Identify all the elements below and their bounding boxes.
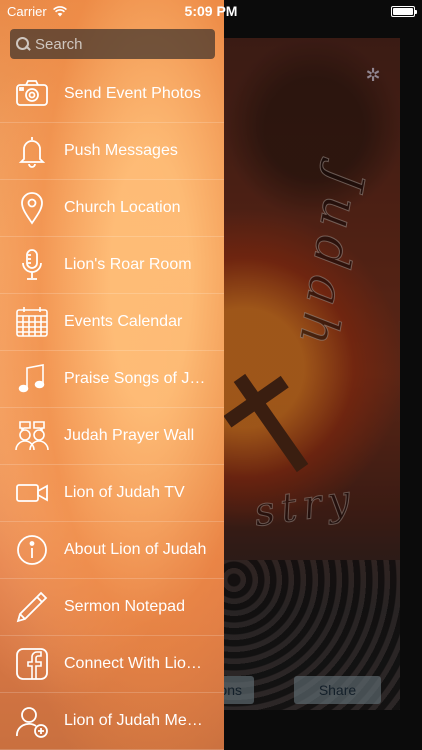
search-bar[interactable] [10, 29, 215, 59]
menu-item-church-location[interactable]: Church Location [0, 180, 224, 237]
menu-list: Send Event Photos Push Messages Church L… [0, 66, 224, 750]
menu-item-label: Church Location [64, 199, 181, 216]
facebook-icon [15, 647, 49, 681]
add-user-icon [15, 704, 49, 738]
menu-item-connect-facebook[interactable]: Connect With Lion of Judah [0, 636, 224, 693]
music-note-icon [15, 362, 49, 396]
menu-item-praise-songs[interactable]: Praise Songs of Judah [0, 351, 224, 408]
menu-item-label: Lion's Roar Room [64, 256, 192, 273]
wifi-icon [52, 5, 67, 16]
pencil-icon [15, 590, 49, 624]
menu-item-label: Events Calendar [64, 313, 183, 330]
menu-item-label: About Lion of Judah [64, 541, 207, 558]
menu-item-about[interactable]: About Lion of Judah [0, 522, 224, 579]
menu-item-judah-prayer-wall[interactable]: Judah Prayer Wall [0, 408, 224, 465]
battery-icon [391, 5, 417, 17]
bell-icon [15, 134, 49, 168]
menu-item-label: Push Messages [64, 142, 178, 159]
menu-overlay-shade[interactable] [224, 0, 422, 750]
battery-level [393, 7, 413, 15]
menu-item-label: Send Event Photos [64, 85, 201, 102]
menu-item-lions-roar-room[interactable]: Lion's Roar Room [0, 237, 224, 294]
menu-item-members[interactable]: Lion of Judah Members [0, 693, 224, 750]
menu-item-events-calendar[interactable]: Events Calendar [0, 294, 224, 351]
status-bar: Carrier 5:09 PM [0, 0, 422, 22]
microphone-icon [15, 248, 49, 282]
menu-item-push-messages[interactable]: Push Messages [0, 123, 224, 180]
search-icon [16, 37, 30, 51]
menu-item-sermon-notepad[interactable]: Sermon Notepad [0, 579, 224, 636]
menu-item-lion-of-judah-tv[interactable]: Lion of Judah TV [0, 465, 224, 522]
carrier-label: Carrier [7, 3, 47, 19]
menu-item-label: Lion of Judah Members [64, 712, 209, 729]
menu-item-label: Judah Prayer Wall [64, 427, 195, 444]
menu-item-label: Lion of Judah TV [64, 484, 185, 501]
menu-item-label: Sermon Notepad [64, 598, 185, 615]
video-camera-icon [15, 476, 49, 510]
menu-item-label: Connect With Lion of Judah [64, 655, 209, 672]
menu-item-send-event-photos[interactable]: Send Event Photos [0, 66, 224, 123]
map-pin-icon [15, 191, 49, 225]
camera-icon [15, 77, 49, 111]
side-menu: Send Event Photos Push Messages Church L… [0, 0, 224, 750]
info-icon [15, 533, 49, 567]
menu-item-label: Praise Songs of Judah [64, 370, 209, 387]
calendar-icon [15, 305, 49, 339]
search-input[interactable] [35, 35, 205, 53]
people-chat-icon [15, 419, 49, 453]
